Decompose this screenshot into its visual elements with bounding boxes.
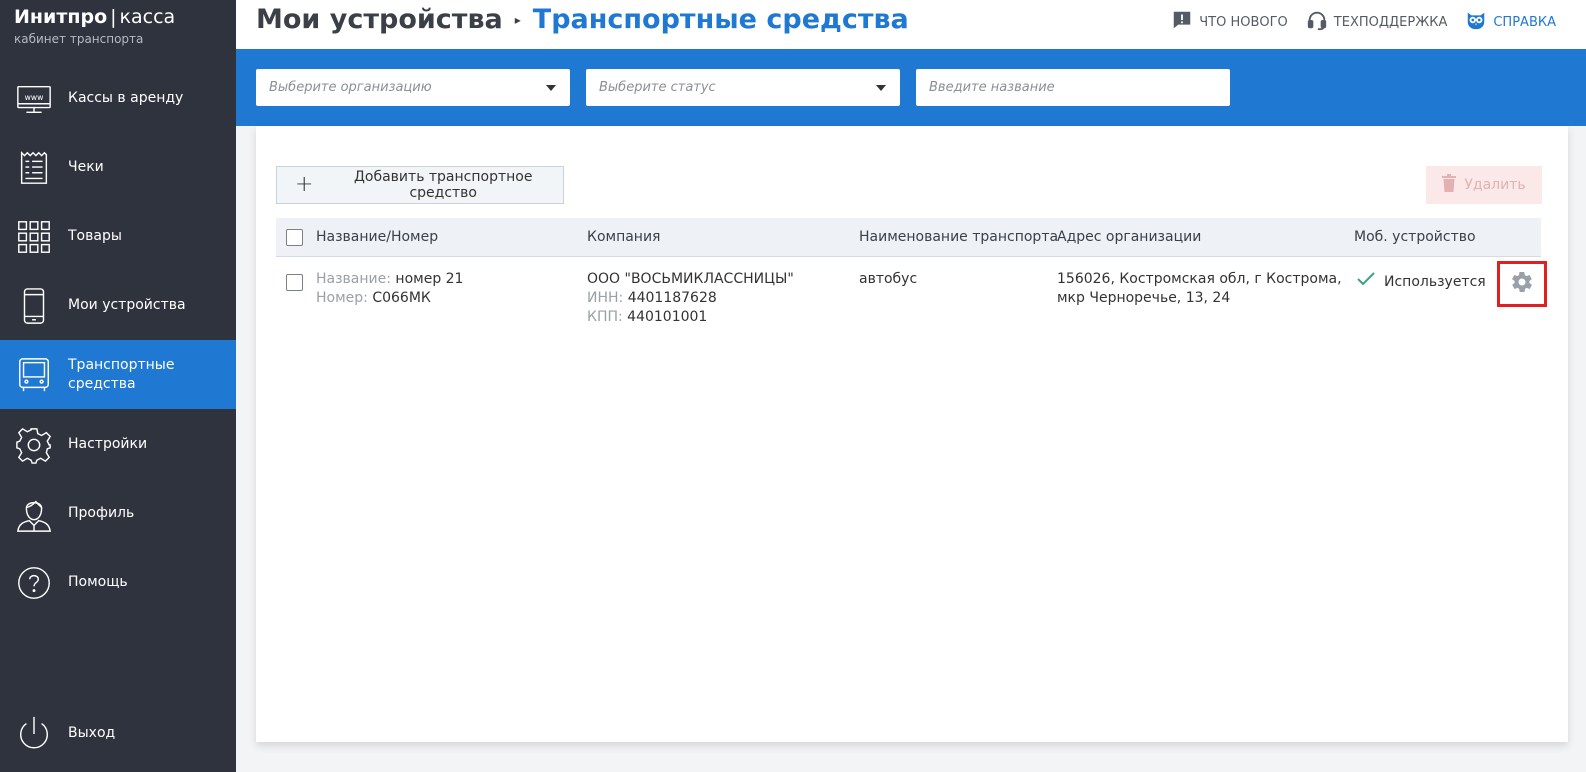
sidebar-item-label: Транспортные средства <box>68 356 175 392</box>
sidebar-item-logout[interactable]: Выход <box>0 699 236 768</box>
page-title: Транспортные средства <box>532 4 909 35</box>
filter-bar <box>236 49 1586 126</box>
name-value: номер 21 <box>395 271 464 287</box>
vehicle-name-cell: Название: номер 21 Номер: С066МК <box>316 270 463 308</box>
sidebar: Инитпро | касса кабинет транспорта www Кас… <box>0 0 236 772</box>
help-icon <box>14 563 54 603</box>
sidebar-item-label: Товары <box>68 228 122 244</box>
name-label: Название: <box>316 271 391 287</box>
gear-icon <box>1510 270 1534 298</box>
brand-product: касса <box>119 6 176 28</box>
monitor-www-icon: www <box>14 79 54 119</box>
gear-icon <box>14 425 54 465</box>
column-header-company[interactable]: Компания <box>587 218 660 257</box>
name-search-input[interactable] <box>916 69 1230 106</box>
chevron-down-icon <box>876 85 886 91</box>
delete-button[interactable]: Удалить <box>1426 166 1542 204</box>
sidebar-item-vehicles[interactable]: Транспортные средства <box>0 340 236 409</box>
page-header: Мои устройства ▸ Транспортные средства Ч… <box>236 0 1586 49</box>
address-line-1: 156026, Костромская обл, г Кострома, <box>1057 271 1342 287</box>
bus-icon <box>14 355 54 395</box>
sidebar-item-label: Профиль <box>68 505 135 521</box>
organization-select[interactable] <box>256 69 570 106</box>
phone-icon <box>14 286 54 326</box>
whats-new-label: ЧТО НОВОГО <box>1199 14 1288 30</box>
vehicles-card: + Добавить транспортное средство Удалить… <box>256 126 1568 742</box>
number-label: Номер: <box>316 290 368 306</box>
help-label: СПРАВКА <box>1493 14 1556 30</box>
brand-subtitle: кабинет транспорта <box>14 32 144 46</box>
sidebar-item-my-devices[interactable]: Мои устройства <box>0 271 236 340</box>
device-status: Используется <box>1356 271 1486 293</box>
sidebar-item-profile[interactable]: Профиль <box>0 479 236 548</box>
sidebar-item-receipts[interactable]: Чеки <box>0 133 236 202</box>
name-search[interactable] <box>916 69 1230 106</box>
breadcrumb-root-link[interactable]: Мои устройства <box>256 4 503 36</box>
brand-name: Инитпро <box>14 6 108 28</box>
speech-bubble-alert-icon <box>1171 9 1193 35</box>
receipt-icon <box>14 148 54 188</box>
column-header-name[interactable]: Название/Номер <box>316 218 438 257</box>
brand-logo: Инитпро | касса кабинет транспорта <box>14 6 175 46</box>
top-links: ЧТО НОВОГО ТЕХПОДДЕРЖКА СПРАВКА <box>1171 9 1556 35</box>
plus-icon: + <box>295 172 314 197</box>
add-vehicle-label: Добавить транспортное средство <box>353 169 533 201</box>
table-header: Название/Номер Компания Наименование тра… <box>276 218 1541 257</box>
sidebar-item-label: Помощь <box>68 574 128 590</box>
row-settings-button[interactable] <box>1497 261 1547 307</box>
brand-separator: | <box>110 6 117 28</box>
sidebar-item-label: Чеки <box>68 159 104 175</box>
sidebar-item-label: Кассы в аренду <box>68 90 184 106</box>
column-header-device[interactable]: Моб. устройство <box>1354 218 1476 257</box>
company-cell: ООО "ВОСЬМИКЛАССНИЦЫ" ИНН: 4401187628 КП… <box>587 270 794 327</box>
add-vehicle-button[interactable]: + Добавить транспортное средство <box>276 166 564 204</box>
chevron-down-icon <box>546 85 556 91</box>
whats-new-link[interactable]: ЧТО НОВОГО <box>1171 9 1288 35</box>
svg-text:www: www <box>25 92 44 101</box>
checkmark-icon <box>1356 271 1376 293</box>
support-link[interactable]: ТЕХПОДДЕРЖКА <box>1306 9 1448 35</box>
number-value: С066МК <box>372 290 431 306</box>
table-row[interactable]: Название: номер 21 Номер: С066МК ООО "ВО… <box>276 257 1547 337</box>
delete-label: Удалить <box>1464 177 1526 193</box>
grid-icon <box>14 217 54 257</box>
address-cell: 156026, Костромская обл, г Кострома, мкр… <box>1057 270 1342 308</box>
trash-icon <box>1442 174 1457 196</box>
sidebar-item-help[interactable]: Помощь <box>0 548 236 617</box>
organization-select-input[interactable] <box>256 69 570 106</box>
support-label: ТЕХПОДДЕРЖКА <box>1333 14 1448 30</box>
column-header-address[interactable]: Адрес организации <box>1057 218 1201 257</box>
inn-value: 4401187628 <box>627 290 717 306</box>
inn-label: ИНН: <box>587 290 624 306</box>
headset-icon <box>1306 9 1328 35</box>
column-header-transport[interactable]: Наименование транспорта <box>859 218 1058 257</box>
device-status-label: Используется <box>1384 273 1486 290</box>
status-select-input[interactable] <box>586 69 900 106</box>
help-link[interactable]: СПРАВКА <box>1465 9 1556 35</box>
row-checkbox[interactable] <box>286 274 303 291</box>
breadcrumb-separator-icon: ▸ <box>514 13 521 27</box>
sidebar-item-rent-kkt[interactable]: www Кассы в аренду <box>0 64 236 133</box>
transport-cell: автобус <box>859 271 918 287</box>
sidebar-item-label: Выход <box>68 725 116 741</box>
kpp-value: 440101001 <box>627 309 708 325</box>
owl-icon <box>1465 9 1487 35</box>
select-all-checkbox[interactable] <box>286 229 303 246</box>
user-icon <box>14 494 54 534</box>
breadcrumb: Мои устройства ▸ Транспортные средства <box>256 4 909 36</box>
sidebar-item-goods[interactable]: Товары <box>0 202 236 271</box>
sidebar-item-settings[interactable]: Настройки <box>0 410 236 479</box>
vehicles-table: Название/Номер Компания Наименование тра… <box>276 218 1547 337</box>
status-select[interactable] <box>586 69 900 106</box>
address-line-2: мкр Черноречье, 13, 24 <box>1057 290 1231 306</box>
power-icon <box>14 714 54 754</box>
kpp-label: КПП: <box>587 309 623 325</box>
company-name: ООО "ВОСЬМИКЛАССНИЦЫ" <box>587 271 794 287</box>
sidebar-item-label: Настройки <box>68 436 148 452</box>
sidebar-item-label: Мои устройства <box>68 297 186 313</box>
